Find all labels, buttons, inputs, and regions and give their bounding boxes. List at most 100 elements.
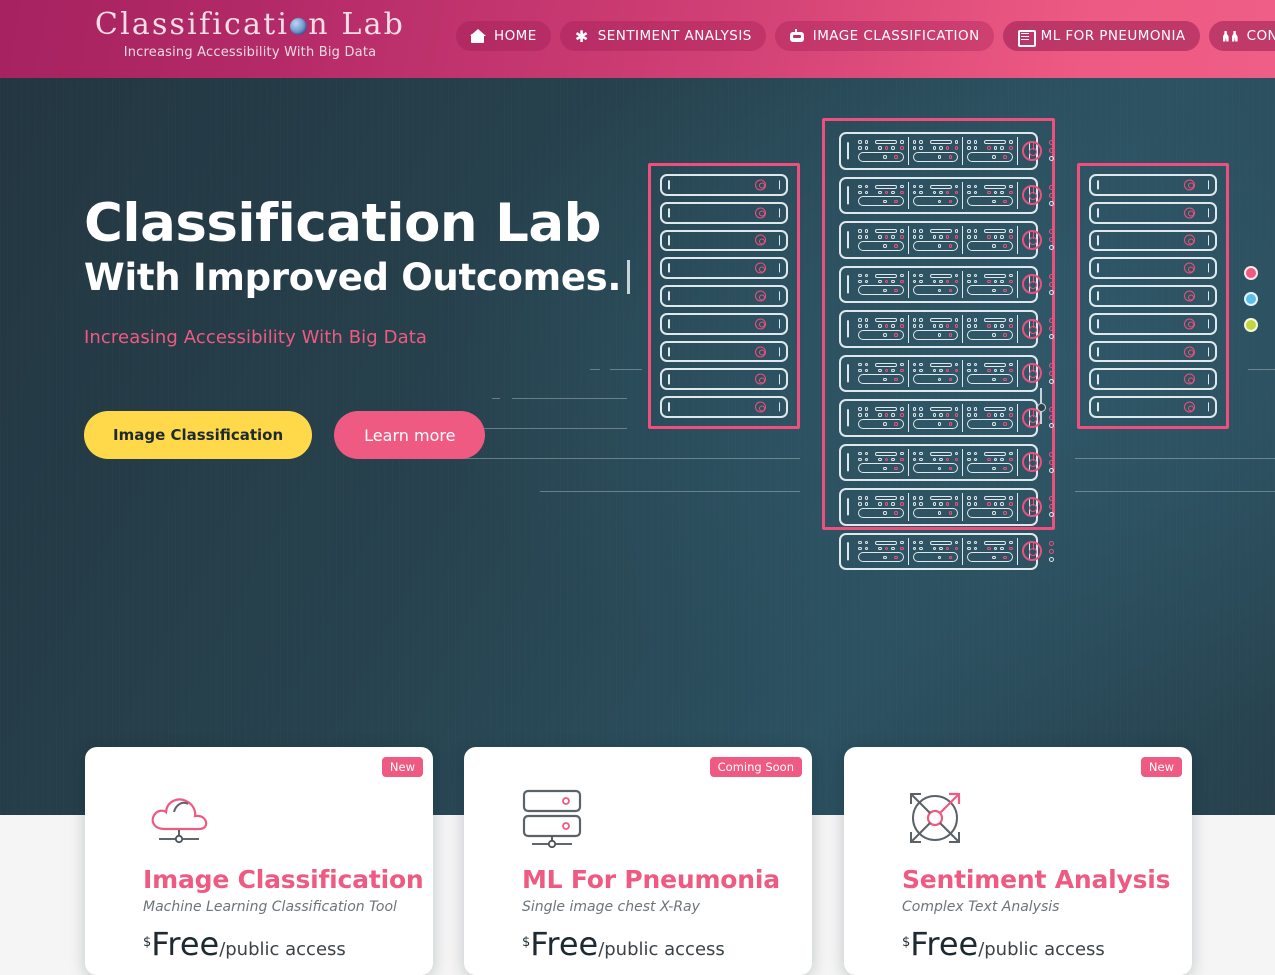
card-currency: $ — [522, 935, 531, 950]
server-stack-icon — [522, 787, 600, 849]
card-subtitle: Machine Learning Classification Tool — [143, 899, 397, 915]
card-image-classification[interactable]: New Image Classification Machine Learnin… — [85, 747, 433, 975]
rack-unit — [1089, 340, 1217, 363]
rack-unit-knob — [755, 373, 766, 385]
nav-item-contact[interactable]: CONTACT — [1208, 21, 1275, 51]
robot-icon — [789, 28, 805, 44]
rack-unit-knob — [1184, 318, 1195, 330]
rack-bay — [909, 359, 963, 387]
decor-line — [540, 491, 800, 492]
decor-line — [1248, 369, 1275, 370]
hero-copy: Classification Lab With Improved Outcome… — [84, 193, 704, 348]
rack-unit-knob — [755, 262, 766, 274]
status-dot-3[interactable] — [1244, 318, 1258, 332]
cloud-network-icon — [143, 787, 221, 849]
rack-unit — [1089, 257, 1217, 280]
feature-cards: New Image Classification Machine Learnin… — [0, 747, 1275, 975]
rack-control-knob — [1021, 496, 1042, 517]
rack-unit — [660, 201, 788, 224]
rack-bay — [963, 448, 1018, 476]
status-dot-2[interactable] — [1244, 292, 1258, 306]
decor-line — [512, 398, 627, 399]
card-badge: New — [1140, 757, 1182, 777]
decor-line — [590, 369, 600, 370]
rack-control-knob — [1021, 363, 1042, 384]
hero-actions: Image Classification Learn more — [84, 411, 486, 459]
learn-more-button[interactable]: Learn more — [334, 411, 486, 459]
brand-title: Classificati n Lab — [90, 8, 410, 42]
card-title: ML For Pneumonia — [522, 865, 780, 894]
decor-line — [1075, 458, 1275, 459]
nav-item-ml-for-pneumonia[interactable]: ML FOR PNEUMONIA — [1002, 21, 1200, 51]
rack-unit — [1089, 368, 1217, 391]
rack-unit — [1089, 174, 1217, 196]
brand-logo[interactable]: Classificati n Lab Increasing Accessibili… — [90, 8, 410, 61]
rack-bay — [909, 137, 963, 165]
rack-unit — [660, 396, 788, 419]
card-badge: New — [381, 757, 423, 777]
rack-blade-unit — [839, 221, 1054, 259]
rack-bay — [963, 181, 1018, 209]
card-currency: $ — [902, 935, 911, 950]
nav-item-home[interactable]: HOME — [456, 21, 551, 51]
rack-control-knob — [1021, 185, 1042, 206]
typing-caret — [627, 260, 631, 294]
card-price: $ Free /public access — [522, 925, 725, 963]
rack-unit — [660, 229, 788, 252]
rack-unit-knob — [755, 207, 766, 219]
decor-line — [1075, 491, 1275, 492]
site-header: Classificati n Lab Increasing Accessibili… — [0, 0, 1275, 78]
rack-bay — [963, 315, 1018, 343]
main-navigation: HOME ✱ SENTIMENT ANALYSIS IMAGE CLASSIFI… — [456, 21, 1275, 51]
rack-blade-unit — [839, 132, 1054, 170]
card-badge: Coming Soon — [709, 757, 802, 777]
image-classification-button[interactable]: Image Classification — [84, 411, 313, 459]
rack-bay — [854, 181, 909, 209]
rack-blade-unit — [839, 399, 1054, 437]
hero-section: Classification Lab With Improved Outcome… — [0, 78, 1275, 815]
asterisk-icon: ✱ — [574, 26, 589, 46]
rack-bay — [854, 404, 909, 432]
status-dot-group — [1244, 266, 1258, 332]
card-amount: Free — [910, 925, 979, 963]
xray-icon — [1017, 29, 1036, 47]
card-sentiment-analysis[interactable]: New Sentiment Analysis Complex Text Anal… — [844, 747, 1192, 975]
hero-headline: Classification Lab — [84, 193, 602, 254]
card-price: $ Free /public access — [902, 925, 1105, 963]
nav-label-sentiment-analysis: SENTIMENT ANALYSIS — [597, 28, 752, 44]
hero-tagline: Increasing Accessibility With Big Data — [84, 327, 428, 348]
server-rack-center — [822, 118, 1055, 570]
rack-bay — [963, 404, 1018, 432]
rack-unit-knob — [755, 401, 766, 413]
rack-unit — [660, 257, 788, 280]
nav-item-image-classification[interactable]: IMAGE CLASSIFICATION — [774, 21, 994, 51]
server-rack-left — [648, 163, 800, 429]
card-price: $ Free /public access — [143, 925, 346, 963]
rack-unit-knob — [755, 234, 766, 246]
nav-item-sentiment-analysis[interactable]: ✱ SENTIMENT ANALYSIS — [559, 21, 766, 51]
card-title: Sentiment Analysis — [902, 865, 1171, 894]
rack-unit-knob — [755, 290, 766, 302]
rack-bay — [854, 270, 909, 298]
rack-blade-unit — [839, 176, 1054, 214]
rack-unit-knob — [1184, 179, 1195, 191]
rack-bay — [963, 137, 1018, 165]
rack-unit-knob — [1184, 346, 1195, 358]
rack-slider-control — [1036, 388, 1046, 424]
card-currency: $ — [143, 935, 152, 950]
nav-label-contact: CONTACT — [1246, 28, 1275, 44]
contact-people-icon — [1223, 29, 1239, 44]
rack-unit-knob — [1184, 373, 1195, 385]
rack-unit — [660, 340, 788, 363]
card-period: /public access — [598, 939, 725, 960]
server-rack-right — [1077, 163, 1229, 429]
rack-unit — [1089, 201, 1217, 224]
rack-unit — [1089, 312, 1217, 335]
card-ml-for-pneumonia[interactable]: Coming Soon ML For Pneumonia Single imag… — [464, 747, 812, 975]
rack-blade-unit — [839, 532, 1054, 570]
rack-unit-knob — [1184, 290, 1195, 302]
card-subtitle: Single image chest X-Ray — [522, 899, 700, 915]
decor-line — [452, 458, 800, 459]
status-dot-1[interactable] — [1244, 266, 1258, 280]
rack-bay — [854, 226, 909, 254]
